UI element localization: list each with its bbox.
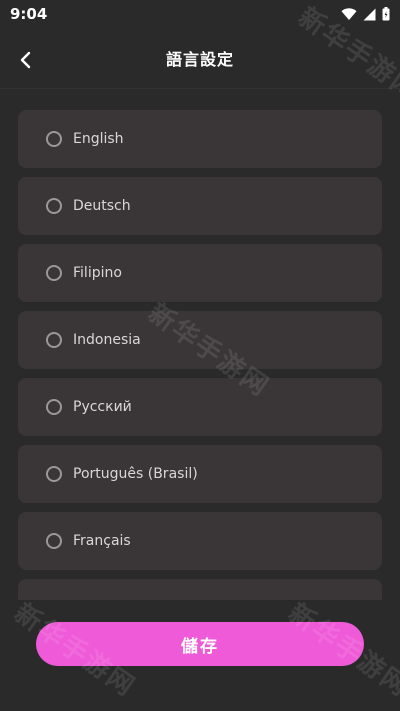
chevron-left-icon xyxy=(20,51,31,69)
header-divider xyxy=(0,88,400,89)
language-label: Français xyxy=(73,533,131,549)
language-label: Filipino xyxy=(73,265,122,281)
radio-unchecked-icon[interactable] xyxy=(46,265,62,281)
radio-unchecked-icon[interactable] xyxy=(46,533,62,549)
radio-unchecked-icon[interactable] xyxy=(46,198,62,214)
language-option-indonesia[interactable]: Indonesia xyxy=(18,311,382,369)
radio-unchecked-icon[interactable] xyxy=(46,131,62,147)
language-option-portuguese-brazil[interactable]: Português (Brasil) xyxy=(18,445,382,503)
save-button[interactable]: 儲存 xyxy=(36,622,364,666)
language-label: Русский xyxy=(73,399,132,415)
radio-unchecked-icon[interactable] xyxy=(46,332,62,348)
language-label: Deutsch xyxy=(73,198,131,214)
status-icons xyxy=(341,7,390,21)
footer: 儲存 xyxy=(0,600,400,711)
language-option-russian[interactable]: Русский xyxy=(18,378,382,436)
battery-icon xyxy=(382,7,390,21)
radio-unchecked-icon[interactable] xyxy=(46,466,62,482)
back-button[interactable] xyxy=(12,46,40,74)
language-list-viewport[interactable]: English Deutsch Filipino Indonesia Русск… xyxy=(0,90,400,600)
radio-unchecked-icon[interactable] xyxy=(46,399,62,415)
language-option-partial[interactable] xyxy=(18,579,382,600)
status-time: 9:04 xyxy=(10,5,48,23)
signal-icon xyxy=(363,8,376,20)
status-bar: 9:04 xyxy=(0,0,400,28)
wifi-icon xyxy=(341,7,357,20)
language-label: English xyxy=(73,131,124,147)
language-list: English Deutsch Filipino Indonesia Русск… xyxy=(0,90,400,600)
top-app-bar: 語言設定 xyxy=(0,28,400,88)
language-option-deutsch[interactable]: Deutsch xyxy=(18,177,382,235)
page-title: 語言設定 xyxy=(165,50,234,69)
language-option-filipino[interactable]: Filipino xyxy=(18,244,382,302)
language-option-french[interactable]: Français xyxy=(18,512,382,570)
language-option-english[interactable]: English xyxy=(18,110,382,168)
language-label: Português (Brasil) xyxy=(73,466,198,482)
language-label: Indonesia xyxy=(73,332,141,348)
